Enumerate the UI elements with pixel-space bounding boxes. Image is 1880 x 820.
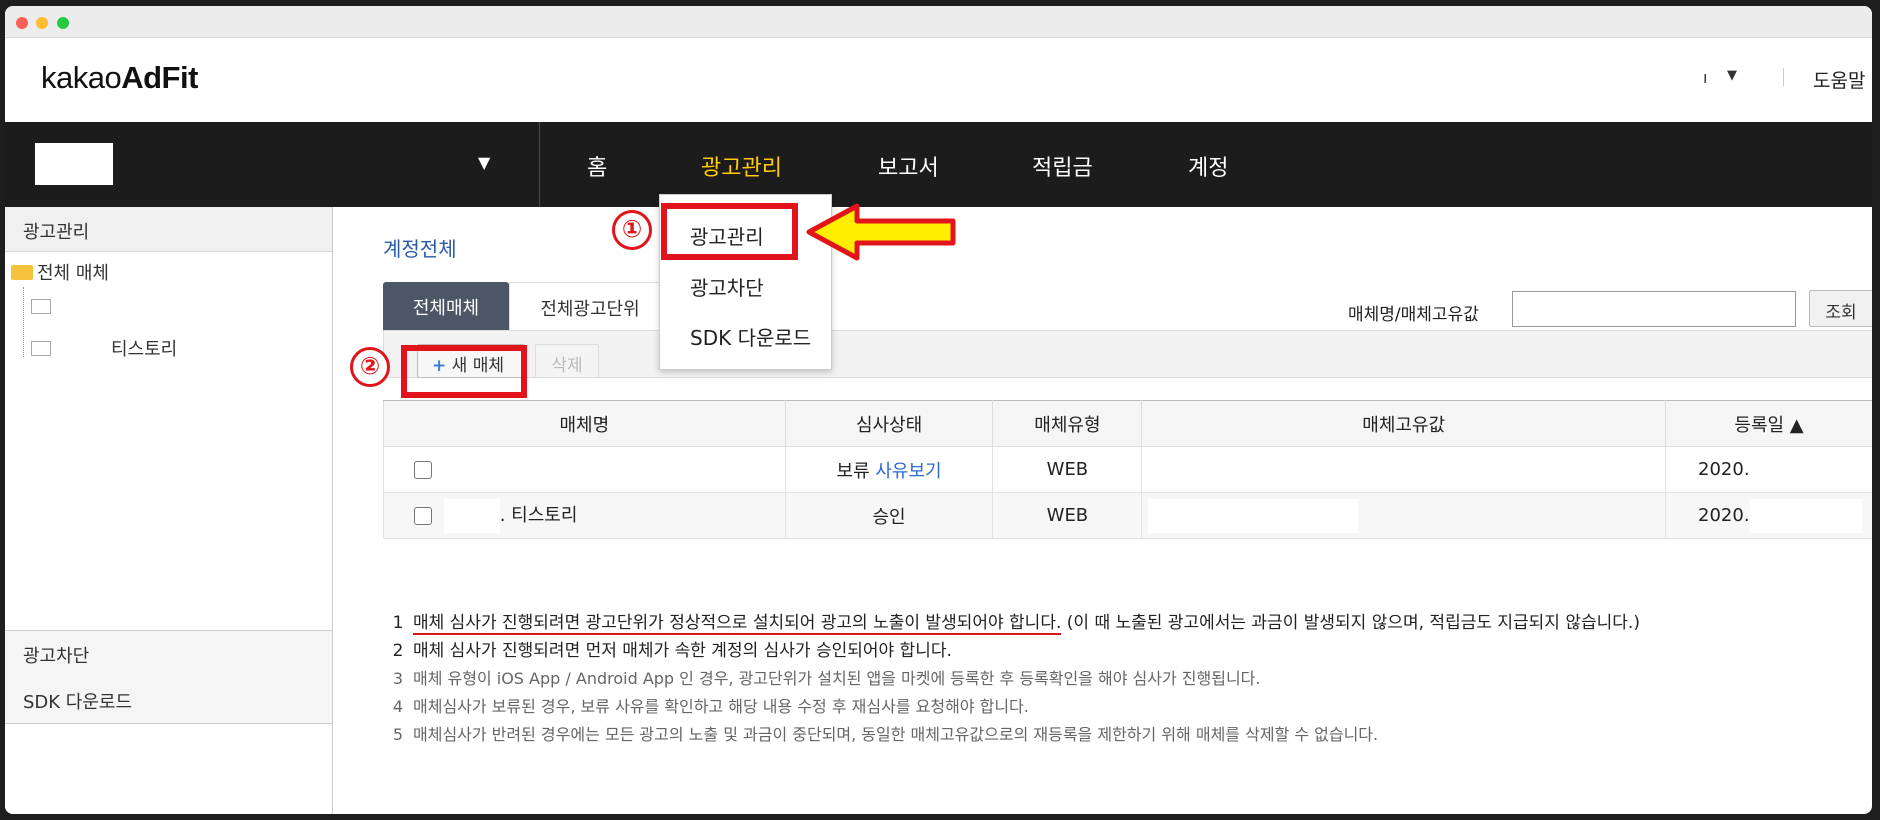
table-row[interactable]: . 티스토리 승인 WEB 2020. bbox=[383, 492, 1872, 539]
dropdown-item-ad-block[interactable]: 광고차단 bbox=[690, 272, 764, 301]
note-item: 2 매체 심사가 진행되려면 먼저 매체가 속한 계정의 심사가 승인되어야 합니… bbox=[392, 641, 952, 661]
media-table: 매체명 심사상태 매체유형 매체고유값 등록일 ▲ 보류 사유보기 WEB 20… bbox=[383, 400, 1872, 539]
folder-icon bbox=[31, 340, 51, 356]
unique-value bbox=[1141, 446, 1667, 493]
nav-account[interactable]: 계정 bbox=[1188, 150, 1228, 182]
caret-down-icon[interactable]: ▼ bbox=[1727, 68, 1737, 83]
dropdown-item-sdk-download[interactable]: SDK 다운로드 bbox=[690, 322, 811, 351]
header-divider bbox=[1783, 68, 1784, 86]
close-window-button[interactable] bbox=[16, 17, 28, 29]
row-checkbox[interactable] bbox=[414, 461, 432, 479]
minimize-window-button[interactable] bbox=[36, 17, 48, 29]
tree-connector bbox=[23, 287, 24, 357]
nav-ad-management[interactable]: 광고관리 bbox=[701, 150, 782, 182]
nav-reports[interactable]: 보고서 bbox=[878, 150, 939, 182]
delete-button[interactable]: 삭제 bbox=[535, 344, 599, 378]
table-toolbar bbox=[383, 330, 1872, 378]
highlight-box-1 bbox=[661, 203, 798, 260]
media-name[interactable]: . 티스토리 bbox=[500, 505, 578, 526]
col-unique-value[interactable]: 매체고유값 bbox=[1141, 400, 1667, 447]
view-reason-link[interactable]: 사유보기 bbox=[875, 461, 941, 482]
col-media-name[interactable]: 매체명 bbox=[383, 400, 786, 447]
sidebar-item-sdk-download[interactable]: SDK 다운로드 bbox=[5, 677, 332, 724]
main-navbar: ▼ 홈 광고관리 보고서 적립금 계정 bbox=[5, 122, 1872, 207]
search-button[interactable]: 조회 bbox=[1809, 290, 1872, 327]
review-status: 보류 bbox=[836, 460, 870, 482]
top-header: kakaoAdFit ı ▼ 도움말 bbox=[5, 38, 1872, 122]
nav-divider bbox=[539, 122, 540, 207]
col-media-type[interactable]: 매체유형 bbox=[992, 400, 1143, 447]
registered-date: 2020. bbox=[1698, 504, 1750, 526]
media-type: WEB bbox=[992, 492, 1143, 539]
tree-item-media-2[interactable]: 티스토리 bbox=[31, 335, 177, 361]
arrow-left-icon bbox=[806, 203, 956, 261]
highlight-box-2 bbox=[401, 345, 527, 398]
search-label: 매체명/매체고유값 bbox=[1348, 305, 1479, 325]
annotation-marker-1: ① bbox=[612, 210, 652, 250]
help-link[interactable]: 도움말 bbox=[1813, 66, 1865, 93]
annotation-marker-2: ② bbox=[350, 347, 390, 387]
user-menu[interactable]: ı bbox=[1703, 68, 1707, 87]
sidebar: 광고관리 전체 매체 티스토리 광고차단 SDK 다운로드 bbox=[5, 207, 333, 814]
table-row[interactable]: 보류 사유보기 WEB 2020. bbox=[383, 446, 1872, 493]
registered-date: 2020. bbox=[1665, 446, 1872, 493]
note-item: 5 매체심사가 반려된 경우에는 모든 광고의 노출 및 과금이 중단되며, 동일… bbox=[392, 725, 1379, 744]
window-titlebar bbox=[5, 6, 1872, 38]
tree-item-media-1[interactable] bbox=[31, 297, 55, 318]
nav-home[interactable]: 홈 bbox=[587, 150, 607, 182]
search-input[interactable] bbox=[1512, 291, 1796, 327]
tab-all-ad-units[interactable]: 전체광고단위 bbox=[509, 282, 671, 330]
note-item: 3 매체 유형이 iOS App / Android App 인 경우, 광고단위… bbox=[392, 669, 1261, 688]
kakao-adfit-logo[interactable]: kakaoAdFit bbox=[41, 60, 198, 96]
nav-earnings[interactable]: 적립금 bbox=[1032, 150, 1093, 182]
notes-list: 1 매체 심사가 진행되려면 광고단위가 정상적으로 설치되어 광고의 노출이 발… bbox=[383, 609, 1872, 749]
caret-down-icon[interactable]: ▼ bbox=[478, 153, 490, 172]
account-selector[interactable] bbox=[35, 143, 113, 185]
review-status: 승인 bbox=[784, 492, 994, 539]
sidebar-section-title[interactable]: 광고관리 bbox=[5, 207, 332, 252]
tab-all-media[interactable]: 전체매체 bbox=[383, 282, 509, 330]
folder-open-icon bbox=[11, 264, 33, 280]
note-item: 4 매체심사가 보류된 경우, 보류 사유를 확인하고 해당 내용 수정 후 재심… bbox=[392, 697, 1029, 716]
col-review-status[interactable]: 심사상태 bbox=[784, 400, 994, 447]
tree-root-all-media[interactable]: 전체 매체 bbox=[11, 259, 109, 285]
row-checkbox[interactable] bbox=[414, 506, 432, 525]
col-registered-date[interactable]: 등록일 ▲ bbox=[1665, 400, 1872, 447]
note-item: 1 매체 심사가 진행되려면 광고단위가 정상적으로 설치되어 광고의 노출이 발… bbox=[392, 613, 1640, 635]
sidebar-item-ad-block[interactable]: 광고차단 bbox=[5, 630, 332, 678]
maximize-window-button[interactable] bbox=[57, 17, 69, 29]
main-content: 계정전체 전체매체 전체광고단위 매체명/매체고유값 조회 + 새 매체 삭제 … bbox=[333, 207, 1872, 814]
breadcrumb[interactable]: 계정전체 bbox=[383, 233, 457, 262]
app-window: kakaoAdFit ı ▼ 도움말 ▼ 홈 광고관리 보고서 적립금 계정 광… bbox=[5, 6, 1872, 814]
folder-icon bbox=[31, 298, 51, 314]
media-type: WEB bbox=[992, 446, 1143, 493]
